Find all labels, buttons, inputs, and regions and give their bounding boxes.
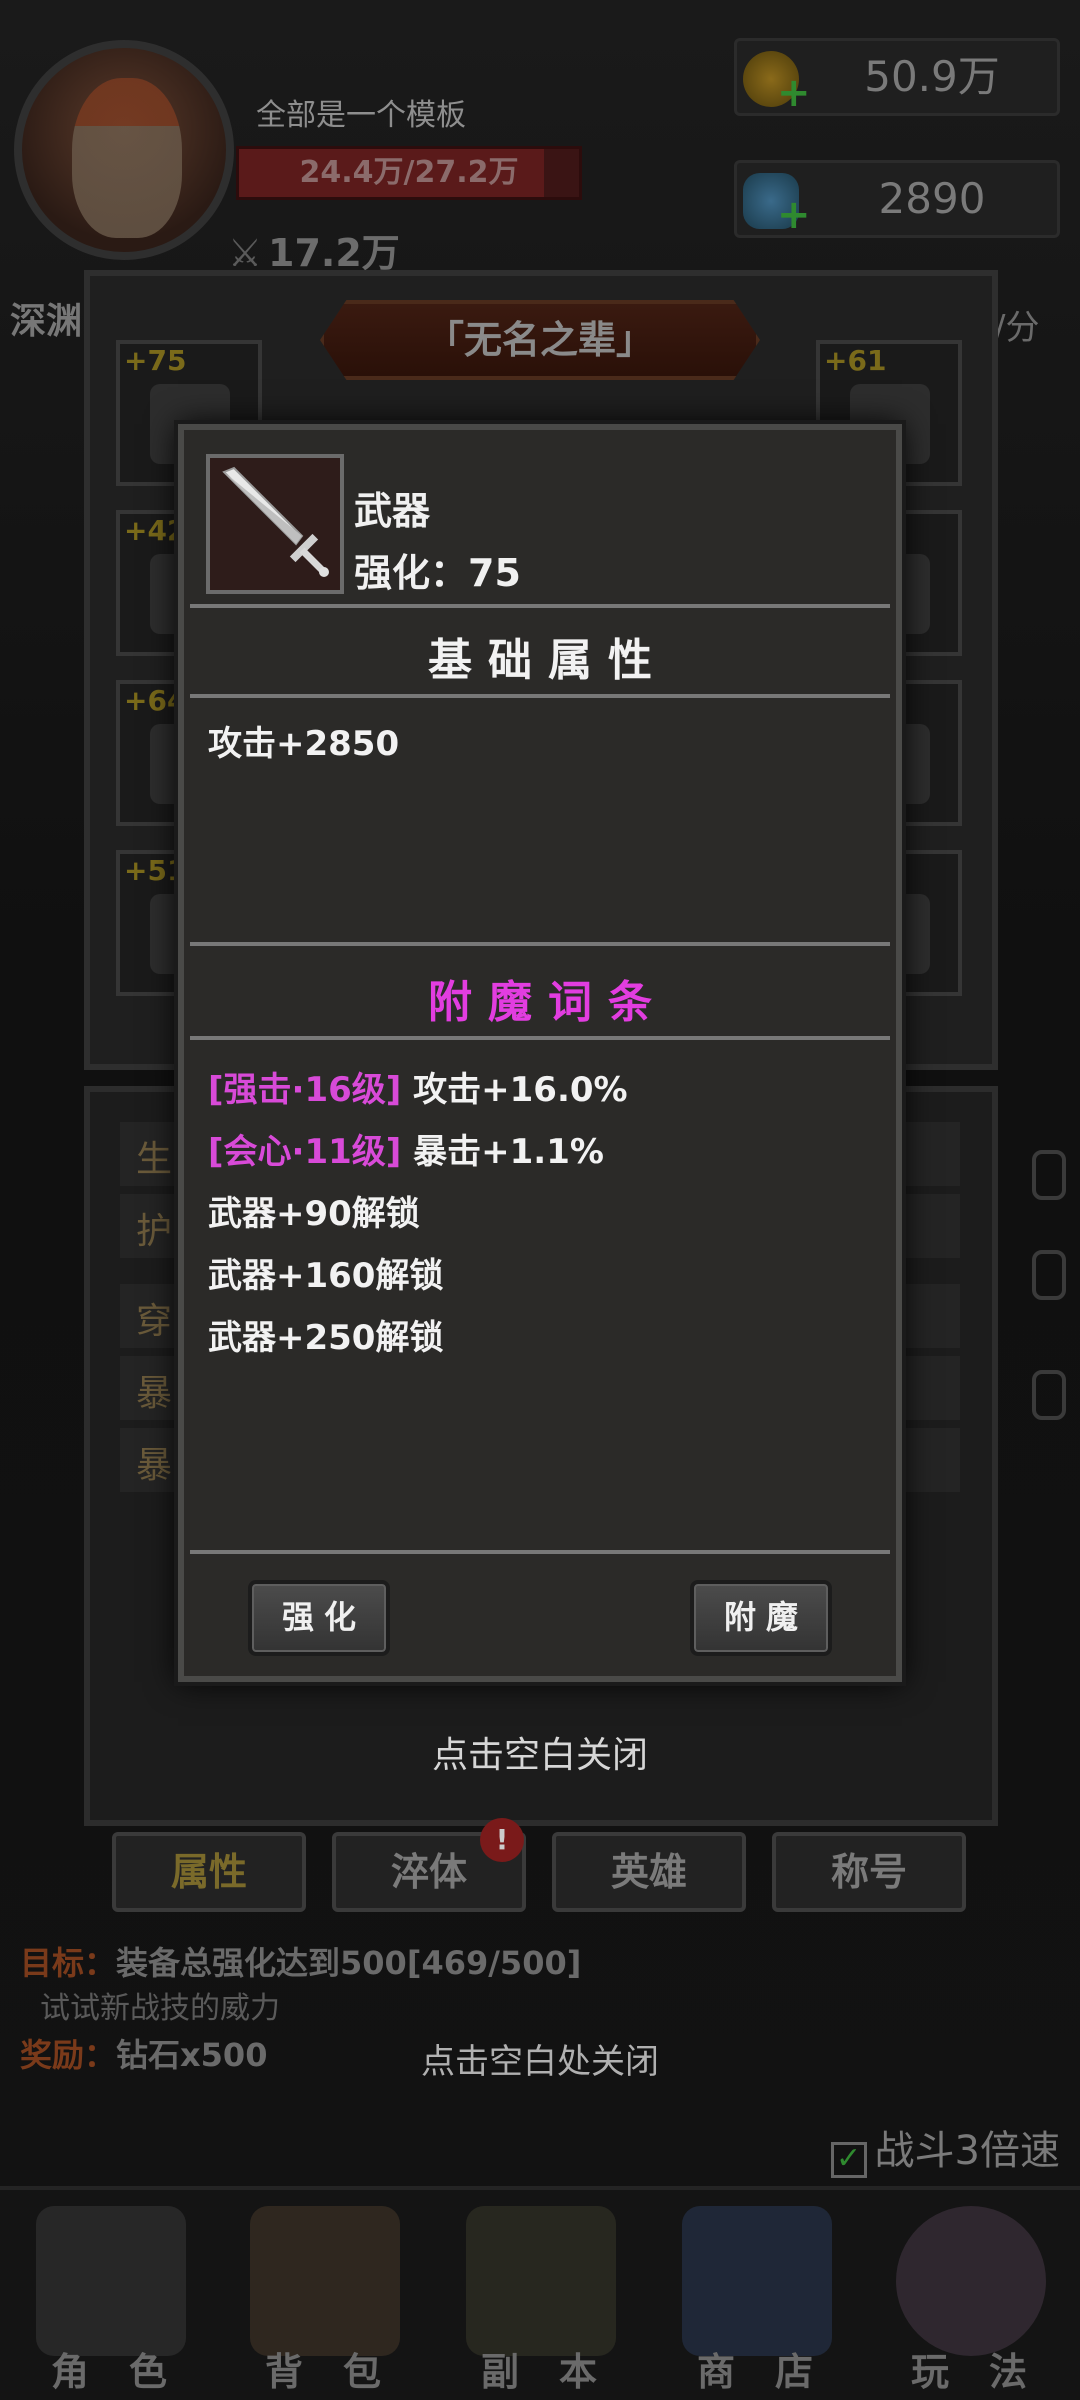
hp-bar: 24.4万/27.2万 <box>236 146 582 200</box>
helmet-icon <box>36 2206 186 2356</box>
nav-label: 副本 <box>480 2350 637 2394</box>
tab-tempering[interactable]: 淬体! <box>332 1818 526 1912</box>
nav-label: 商店 <box>696 2350 853 2394</box>
abyss-label: 深渊 <box>10 301 83 342</box>
title-banner: 「无名之辈」 <box>320 300 760 380</box>
close-hint-panel[interactable]: 点击空白关闭 <box>0 1726 1080 1778</box>
quest-hint: 试试新战技的威力 <box>40 1991 280 2026</box>
coin-counter[interactable]: + 50.9万 <box>734 38 1060 116</box>
nav-label: 角色 <box>50 2350 207 2394</box>
strengthen-button[interactable]: 强化 <box>248 1580 390 1656</box>
stat-label: 穿 <box>136 1301 173 1342</box>
enchant-line: 武器+250解锁 <box>208 1318 444 1358</box>
lock-icon <box>1032 1250 1066 1300</box>
nav-shop[interactable]: 商店 <box>652 2206 858 2396</box>
hero-title: 「无名之辈」 <box>425 318 654 362</box>
item-detail-popup: 武器 强化：75 基础属性 攻击+2850 附魔词条 [强击·16级] 攻击+1… <box>178 424 902 1682</box>
nav-label: 玩法 <box>910 2350 1067 2394</box>
slot-level: +61 <box>824 344 887 377</box>
combat-power: ⚔ 17.2万 <box>228 222 400 277</box>
quest-goal: 目标：装备总强化达到500[469/500] <box>20 1940 620 1986</box>
enchant-tag: [强击·16级] <box>208 1070 402 1110</box>
stat-label: 护 <box>136 1211 173 1252</box>
divider <box>190 942 890 946</box>
enchant-line: [强击·16级] 攻击+16.0% <box>208 1062 628 1111</box>
gem-value: 2890 <box>878 174 986 223</box>
divider <box>190 1550 890 1554</box>
crossed-swords-icon: ⚔ <box>228 231 263 275</box>
tab-heroes[interactable]: 英雄 <box>552 1832 746 1912</box>
tab-titles[interactable]: 称号 <box>772 1832 966 1912</box>
nav-character[interactable]: 角色 <box>6 2206 212 2396</box>
checkbox-icon[interactable]: ✓ <box>830 2142 867 2178</box>
lock-icon <box>1032 1370 1066 1420</box>
base-attribute: 攻击+2850 <box>208 724 400 764</box>
enchant-button[interactable]: 附魔 <box>690 1580 832 1656</box>
close-hint-bottom[interactable]: 点击空白处关闭 <box>0 2034 1080 2083</box>
base-attributes-title: 基础属性 <box>428 635 668 686</box>
enchant-line: [会心·11级] 暴击+1.1% <box>208 1124 604 1173</box>
enchant-line: 武器+90解锁 <box>208 1194 420 1234</box>
stat-label: 暴 <box>136 1445 173 1486</box>
divider <box>190 604 890 608</box>
hero-portrait <box>72 78 182 238</box>
player-avatar[interactable] <box>14 40 234 260</box>
speed-toggle[interactable]: ✓ 战斗3倍速 <box>830 2118 1060 2178</box>
item-name: 武器 <box>354 489 431 533</box>
item-frame <box>206 454 344 594</box>
add-coins-icon[interactable]: + <box>777 73 811 113</box>
add-gems-icon[interactable]: + <box>777 195 811 235</box>
nav-play[interactable]: 玩法 <box>866 2206 1072 2396</box>
nav-backpack[interactable]: 背包 <box>220 2206 426 2396</box>
alert-badge-icon: ! <box>480 1818 524 1862</box>
crossed-swords-icon <box>466 2206 616 2356</box>
slot-level: +75 <box>124 344 187 377</box>
enchant-title: 附魔词条 <box>428 977 668 1028</box>
rate-label: /分 <box>994 308 1040 348</box>
shop-awning-icon <box>682 2206 832 2356</box>
gem-counter[interactable]: + 2890 <box>734 160 1060 238</box>
power-value: 17.2万 <box>268 231 400 275</box>
divider <box>190 1036 890 1040</box>
lock-icon <box>1032 1150 1066 1200</box>
nav-label: 背包 <box>264 2350 421 2394</box>
enchant-tag: [会心·11级] <box>208 1132 402 1172</box>
coin-value: 50.9万 <box>864 52 1000 101</box>
backpack-icon <box>250 2206 400 2356</box>
stat-label: 生 <box>136 1139 173 1180</box>
tab-label: 淬体 <box>390 1850 467 1894</box>
speed-label: 战斗3倍速 <box>874 2128 1060 2174</box>
player-name: 全部是一个模板 <box>256 98 466 133</box>
nav-dungeon[interactable]: 副本 <box>436 2206 642 2396</box>
enchant-effect: 攻击+16.0% <box>413 1070 628 1110</box>
stat-label: 暴 <box>136 1373 173 1414</box>
hp-text: 24.4万/27.2万 <box>299 155 519 190</box>
divider <box>190 694 890 698</box>
item-enhance-level: 强化：75 <box>354 551 521 595</box>
bottom-nav: 角色 背包 副本 商店 玩法 <box>0 2186 1080 2400</box>
sword-icon <box>222 466 329 577</box>
goal-text: 装备总强化达到500[469/500] <box>116 1944 582 1982</box>
goal-key: 目标： <box>20 1944 117 1982</box>
enchant-line: 武器+160解锁 <box>208 1256 444 1296</box>
portal-icon <box>896 2206 1046 2356</box>
tab-attributes[interactable]: 属性 <box>112 1832 306 1912</box>
enchant-effect: 暴击+1.1% <box>413 1132 604 1172</box>
